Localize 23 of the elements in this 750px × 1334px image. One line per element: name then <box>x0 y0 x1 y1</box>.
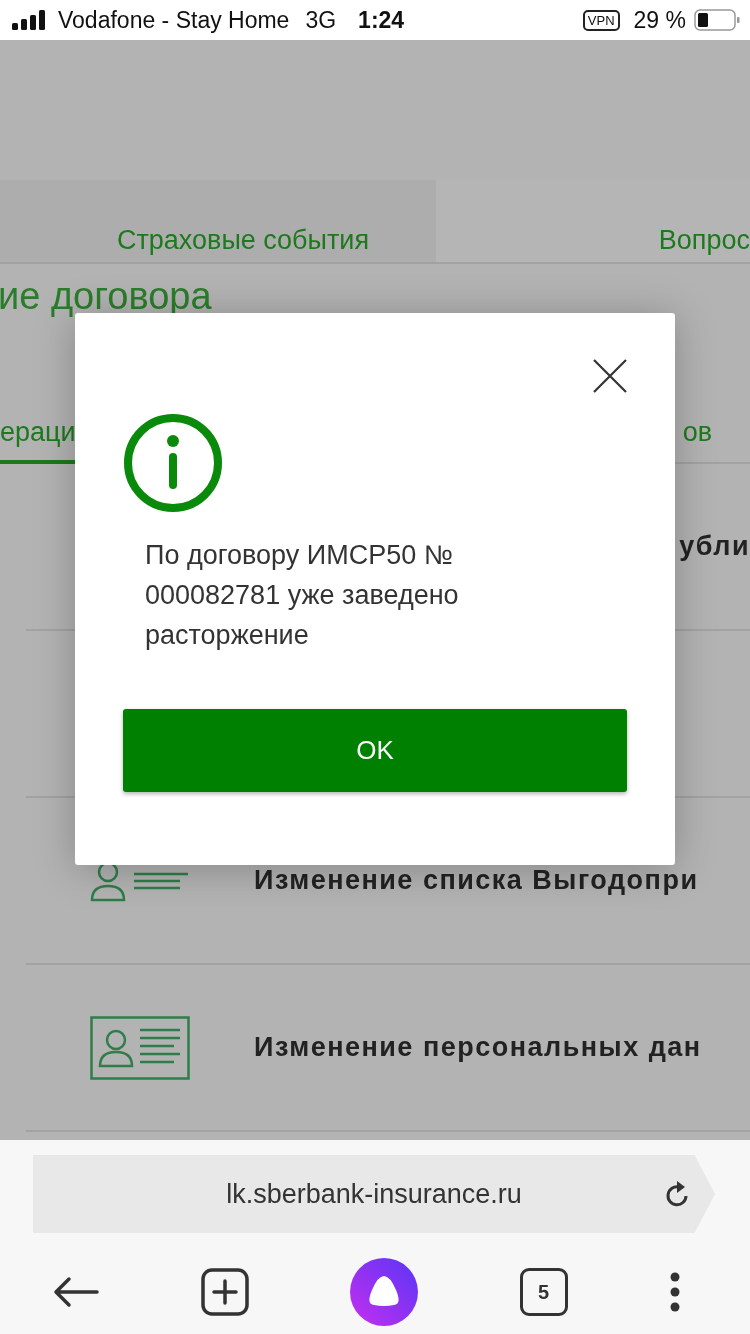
new-tab-icon[interactable] <box>200 1268 249 1316</box>
operation-link[interactable]: убли <box>679 531 750 562</box>
dialog-message: По договору ИМСР50 № 000082781 уже заведено расторжение <box>145 539 460 652</box>
assistant-icon[interactable] <box>350 1258 418 1326</box>
network-type: 3G <box>305 6 337 34</box>
ok-button[interactable]: OK <box>123 709 627 792</box>
address-bar[interactable]: lk.sberbank-insurance.ru <box>33 1155 715 1233</box>
page-heading: ие договора <box>0 274 213 318</box>
id-card-icon <box>90 1015 190 1080</box>
battery-icon <box>694 9 740 31</box>
url-text: lk.sberbank-insurance.ru <box>226 1178 522 1210</box>
operation-link[interactable]: Изменение персональных дан <box>254 1032 702 1063</box>
info-icon <box>123 413 223 513</box>
clock: 1:24 <box>358 6 405 34</box>
vpn-badge: VPN <box>582 9 620 31</box>
more-icon[interactable] <box>669 1272 681 1312</box>
signal-icon <box>12 10 48 30</box>
battery-percent: 29 % <box>633 6 686 34</box>
close-icon[interactable] <box>593 359 627 393</box>
tab-count-button[interactable]: 5 <box>519 1268 568 1316</box>
carrier-name: Vodafone - Stay Home <box>58 6 290 34</box>
back-arrow-icon[interactable] <box>53 1276 99 1308</box>
operation-link[interactable]: Изменение списка Выгодопри <box>254 865 699 896</box>
